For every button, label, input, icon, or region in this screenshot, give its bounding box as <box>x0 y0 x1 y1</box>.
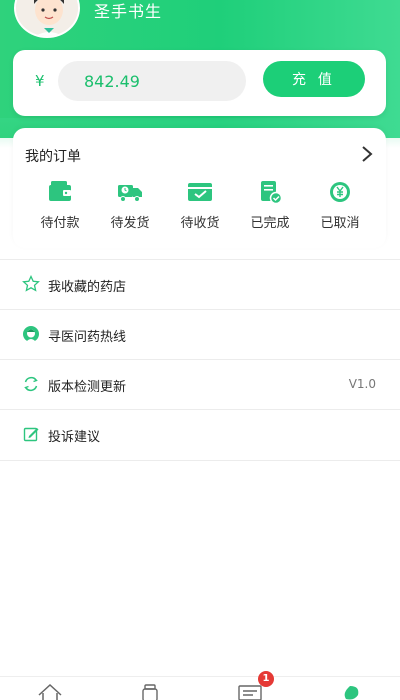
menu-label: 投诉建议 <box>48 430 101 445</box>
version-value: V1.0 <box>348 377 376 391</box>
chevron-right-icon[interactable] <box>357 144 377 164</box>
order-pending-payment[interactable]: 待付款 <box>25 178 95 238</box>
refresh-icon <box>24 376 38 392</box>
menu-item-favorite-pharmacies[interactable]: 我收藏的药店 <box>0 260 400 310</box>
package-receive-icon <box>188 183 212 201</box>
currency-symbol: ¥ <box>35 72 45 90</box>
edit-icon <box>23 427 39 442</box>
orders-list-icon[interactable] <box>236 683 264 700</box>
doctor-icon <box>23 326 39 342</box>
star-icon <box>22 275 40 292</box>
cancelled-yen-icon <box>330 182 350 202</box>
profile-leaf-icon[interactable] <box>336 683 364 700</box>
order-label: 已完成 <box>250 216 290 231</box>
home-icon[interactable] <box>36 683 64 700</box>
order-label: 待发货 <box>110 216 150 231</box>
order-cancelled[interactable]: 已取消 <box>305 178 375 238</box>
order-label: 已取消 <box>320 216 360 231</box>
menu-item-medical-hotline[interactable]: 寻医问药热线 <box>0 310 400 360</box>
menu-item-version-check[interactable]: 版本检测更新 V1.0 <box>0 360 400 410</box>
orders-card: 我的订单 待付款 待发货 待收货 已完成 已取消 <box>13 128 386 248</box>
notification-badge: 1 <box>258 671 274 687</box>
recharge-button[interactable]: 充 值 <box>263 61 365 97</box>
bottom-tab-bar: 1 <box>0 671 400 700</box>
order-pending-receipt[interactable]: 待收货 <box>165 178 235 238</box>
order-label: 待付款 <box>40 216 80 231</box>
orders-title: 我的订单 <box>25 149 81 165</box>
avatar-illustration-icon <box>16 0 78 36</box>
balance-card: ¥ 842.49 充 值 <box>13 50 386 116</box>
wallet-icon <box>49 181 71 201</box>
completed-document-icon <box>261 181 283 205</box>
avatar[interactable] <box>14 0 80 38</box>
menu-label: 版本检测更新 <box>48 380 127 395</box>
menu-item-feedback[interactable]: 投诉建议 <box>0 410 400 460</box>
order-completed[interactable]: 已完成 <box>235 178 305 238</box>
username: 圣手书生 <box>94 2 163 21</box>
order-pending-shipment[interactable]: 待发货 <box>95 178 165 238</box>
medicine-bottle-icon[interactable] <box>136 683 164 700</box>
divider <box>0 460 400 461</box>
menu-label: 我收藏的药店 <box>48 280 127 295</box>
balance-field: 842.49 <box>58 61 246 101</box>
menu-label: 寻医问药热线 <box>48 330 127 345</box>
balance-amount: 842.49 <box>84 72 140 91</box>
profile-page: 圣手书生 ¥ 842.49 充 值 我的订单 待付款 待发货 待收货 已完成 已… <box>0 0 400 700</box>
order-label: 待收货 <box>180 216 220 231</box>
delivery-truck-icon <box>118 185 142 202</box>
